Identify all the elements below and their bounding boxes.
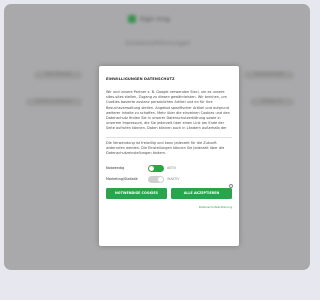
logo-icon <box>128 15 136 23</box>
site-nav-item: Zeltgenoi <box>250 98 294 106</box>
site-logo: Elgin Inng <box>128 14 194 24</box>
dialog-secondary-text: Die Verwendung ist freiwillig und kann j… <box>106 141 225 156</box>
privacy-policy-link[interactable]: Datenschutzerklärung <box>106 205 232 209</box>
site-logo-text: Elgin Inng <box>140 15 170 23</box>
dialog-title: EINWILLIGUNGEN DATENSCHUTZ <box>106 77 175 81</box>
toggle-knob <box>158 176 163 182</box>
browser-viewport: Elgin Inng Grezlenzofolivnungen Zeit Ten… <box>4 4 310 270</box>
accept-all-button[interactable]: ALLE AKZEPTIEREN <box>171 188 232 199</box>
info-icon[interactable] <box>229 184 233 188</box>
toggle-row-necessary: Notwendig AKTIV <box>106 163 232 173</box>
site-nav-item: Elocketroalpt <box>244 71 294 79</box>
cookie-consent-dialog: EINWILLIGUNGEN DATENSCHUTZ Wir und unser… <box>99 66 239 246</box>
toggle-label: Marketing/Statistik <box>106 177 138 181</box>
toggle-state-text: AKTIV <box>167 166 177 170</box>
dialog-body-text: Wir und unsere Partner z. B. Google verw… <box>106 90 230 132</box>
toggle-knob <box>149 165 154 171</box>
divider <box>106 137 232 138</box>
necessary-toggle[interactable] <box>148 164 164 172</box>
site-heading: Grezlenzofolivnungen <box>125 40 191 47</box>
necessary-cookies-button[interactable]: NOTWENDIGE COOKIES <box>106 188 167 199</box>
marketing-toggle[interactable] <box>148 175 164 183</box>
toggle-row-marketing: Marketing/Statistik INAKTIV <box>106 174 232 184</box>
site-nav-item: Zeit Tenisot <box>34 71 82 79</box>
toggle-label: Notwendig <box>106 166 125 170</box>
dialog-button-row: NOTWENDIGE COOKIES ALLE AKZEPTIEREN <box>106 188 232 199</box>
site-nav-item: Sentina lewoner <box>26 98 82 106</box>
toggle-state-text: INAKTIV <box>167 177 180 181</box>
